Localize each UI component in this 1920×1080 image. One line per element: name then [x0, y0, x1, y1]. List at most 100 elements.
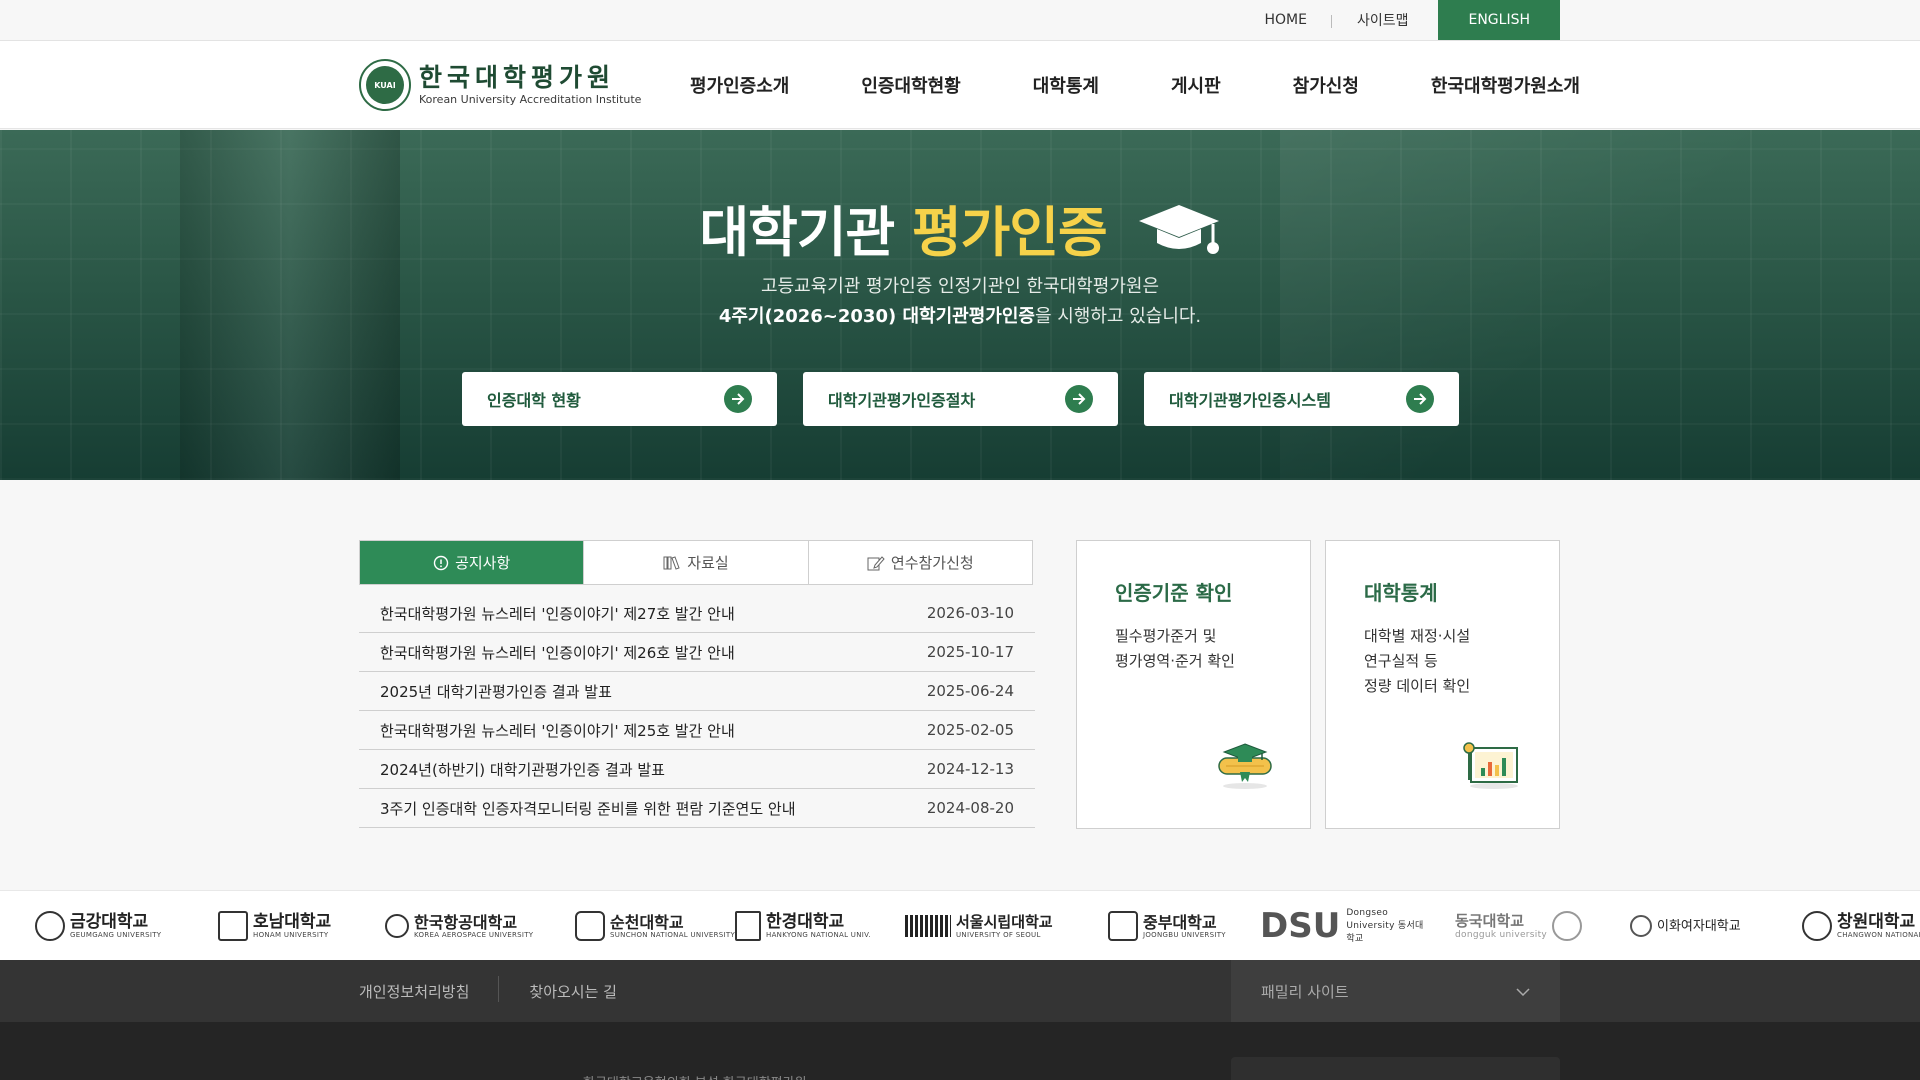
stats-card-title: 대학통계 [1364, 581, 1438, 605]
accreditation-procedure-button[interactable]: 대학기관평가인증절차 [803, 372, 1118, 426]
family-site-select[interactable]: 패밀리 사이트 [1231, 960, 1560, 1022]
tab-notice[interactable]: 공지사항 [360, 541, 585, 584]
university-logo-honam[interactable]: 호남대학교 HONAM UNIVERSITY [218, 891, 331, 960]
arrow-right-icon [724, 385, 752, 413]
university-logo-hankyong[interactable]: 한경대학교 HANKYONG NATIONAL UNIV. [735, 891, 871, 960]
university-logo-joongbu[interactable]: 중부대학교 JOONGBU UNIVERSITY [1108, 891, 1226, 960]
list-item-title: 2024년(하반기) 대학기관평가인증 결과 발표 [380, 760, 665, 779]
university-label: 동국대학교 dongguk university [1455, 911, 1548, 940]
list-item-date: 2025-10-17 [926, 643, 1014, 661]
university-label: 한국항공대학교 KOREA AEROSPACE UNIVERSITY [414, 914, 533, 939]
university-name: 순천대학교 [610, 912, 684, 932]
directions-link[interactable]: 찾아오시는 길 [529, 981, 647, 1002]
university-label: 창원대학교 CHANGWON NATIONAL UNIVERSITY [1837, 913, 1920, 939]
list-item[interactable]: 2024년(하반기) 대학기관평가인증 결과 발표 2024-12-13 [359, 750, 1035, 789]
list-item-title: 한국대학평가원 뉴스레터 '인증이야기' 제25호 발간 안내 [380, 721, 735, 740]
nav-item-about[interactable]: 한국대학평가원소개 [1431, 72, 1580, 98]
logo-seal-text: KUAI [366, 66, 404, 104]
university-label: 금강대학교 GEUMGANG UNIVERSITY [70, 911, 161, 939]
university-logo-dongguk[interactable]: 동국대학교 dongguk university [1455, 891, 1587, 960]
site-logo[interactable]: KUAI 한국대학평가원 Korean University Accredita… [359, 59, 641, 111]
stats-card[interactable]: 대학통계 대학별 재정·시설 연구실적 등 정량 데이터 확인 [1325, 540, 1560, 829]
university-emblem-icon [575, 911, 605, 941]
arrow-right-icon [1406, 385, 1434, 413]
university-logo-geumgang[interactable]: 금강대학교 GEUMGANG UNIVERSITY [35, 891, 161, 960]
university-emblem-icon [1108, 911, 1138, 941]
university-name: 한경대학교 [766, 911, 845, 932]
hero-title-highlight: 평가인증 [912, 201, 1108, 264]
university-sub: dongguk university [1455, 929, 1548, 940]
list-item[interactable]: 한국대학평가원 뉴스레터 '인증이야기' 제27호 발간 안내 2026-03-… [359, 594, 1035, 633]
university-label: 중부대학교 JOONGBU UNIVERSITY [1143, 914, 1226, 939]
footer-info: 한국대학교육협의회 부설 한국대학평가원 [0, 1022, 1920, 1080]
logo-korean: 한국대학평가원 [419, 63, 616, 92]
accreditation-system-label: 대학기관평가인증시스템 [1169, 391, 1331, 410]
university-logo-ewha[interactable]: 이화여자대학교 [1630, 891, 1741, 960]
list-item-title: 한국대학평가원 뉴스레터 '인증이야기' 제26호 발간 안내 [380, 643, 735, 662]
criteria-card[interactable]: 인증기준 확인 필수평가준거 및 평가영역·준거 확인 [1076, 540, 1311, 829]
university-emblem-icon [218, 911, 248, 941]
criteria-card-line: 평가영역·준거 확인 [1115, 652, 1235, 670]
stats-card-line: 대학별 재정·시설 [1364, 627, 1471, 645]
university-sub: CHANGWON NATIONAL UNIVERSITY [1837, 930, 1920, 939]
logo-text: 한국대학평가원 Korean University Accreditation … [419, 63, 642, 107]
hero-desc-bold: 4주기(2026~2030) 대학기관평가인증 [718, 306, 1035, 327]
criteria-card-text: 필수평가준거 및 평가영역·준거 확인 [1115, 624, 1272, 674]
university-emblem-icon [1802, 911, 1832, 941]
university-sub: HONAM UNIVERSITY [253, 930, 329, 939]
nav-item-university-stats[interactable]: 대학통계 [1033, 72, 1099, 98]
tab-training-apply[interactable]: 연수참가신청 [809, 541, 1032, 584]
hero-desc-tail: 을 시행하고 있습니다. [1034, 306, 1202, 327]
university-sub: JOONGBU UNIVERSITY [1143, 930, 1226, 939]
english-link[interactable]: ENGLISH [1438, 0, 1560, 40]
hero-banner: 대학기관 평가인증 고등교육기관 평가인증 인정기관인 한국대학평가원은 4주기… [0, 130, 1920, 480]
chevron-down-icon [1516, 982, 1530, 1000]
stats-card-line: 정량 데이터 확인 [1364, 677, 1471, 695]
university-sub: SUNCHON NATIONAL UNIVERSITY [610, 930, 736, 939]
list-item[interactable]: 2025년 대학기관평가인증 결과 발표 2025-06-24 [359, 672, 1035, 711]
books-icon [663, 555, 681, 571]
university-logo-dongseo[interactable]: DSU Dongseo University 동서대학교 [1260, 891, 1426, 960]
university-name: 서울시립대학교 [956, 912, 1053, 931]
nav-item-accreditation-intro[interactable]: 평가인증소개 [690, 72, 789, 98]
list-item-date: 2026-03-10 [926, 604, 1014, 622]
edit-note-icon [867, 555, 885, 571]
list-item-title: 3주기 인증대학 인증자격모니터링 준비를 위한 편람 기준연도 안내 [380, 799, 796, 818]
university-logo-sunchon[interactable]: 순천대학교 SUNCHON NATIONAL UNIVERSITY [575, 891, 735, 960]
list-item[interactable]: 한국대학평가원 뉴스레터 '인증이야기' 제25호 발간 안내 2025-02-… [359, 711, 1035, 750]
university-name: 동국대학교 [1455, 911, 1525, 930]
nav-item-board[interactable]: 게시판 [1171, 72, 1221, 98]
university-emblem-icon [385, 914, 409, 938]
privacy-policy-link[interactable]: 개인정보처리방침 [359, 975, 500, 1002]
site-header: KUAI 한국대학평가원 Korean University Accredita… [0, 41, 1920, 129]
home-link[interactable]: HOME [1239, 12, 1333, 28]
university-logo-changwon[interactable]: 창원대학교 CHANGWON NATIONAL UNIVERSITY [1802, 891, 1920, 960]
university-name: 한국항공대학교 [414, 912, 518, 932]
nav-item-accredited-universities[interactable]: 인증대학현황 [861, 72, 960, 98]
accredited-universities-label: 인증대학 현황 [487, 391, 581, 410]
hero-buttons: 인증대학 현황 대학기관평가인증절차 대학기관평가인증시스템 [462, 372, 1459, 426]
university-logo-korea-aerospace[interactable]: 한국항공대학교 KOREA AEROSPACE UNIVERSITY [385, 891, 533, 960]
sitemap-link[interactable]: 사이트맵 [1332, 10, 1434, 30]
arrow-right-icon [1065, 385, 1093, 413]
university-label: 서울시립대학교 UNIVERSITY OF SEOUL [956, 912, 1053, 939]
accreditation-system-button[interactable]: 대학기관평가인증시스템 [1144, 372, 1459, 426]
criteria-card-title: 인증기준 확인 [1115, 581, 1233, 605]
university-emblem-icon [1552, 911, 1583, 941]
accreditation-procedure-label: 대학기관평가인증절차 [828, 391, 976, 410]
university-label: 호남대학교 HONAM UNIVERSITY [253, 911, 332, 939]
university-sub: UNIVERSITY OF SEOUL [956, 930, 1041, 939]
university-name: 호남대학교 [253, 911, 332, 932]
accredited-universities-button[interactable]: 인증대학 현황 [462, 372, 777, 426]
list-item[interactable]: 한국대학평가원 뉴스레터 '인증이야기' 제26호 발간 안내 2025-10-… [359, 633, 1035, 672]
university-emblem-icon [35, 911, 65, 941]
university-name: 금강대학교 [70, 911, 149, 932]
university-logo-seoul[interactable]: 서울시립대학교 UNIVERSITY OF SEOUL [905, 891, 1053, 960]
nav-item-apply[interactable]: 참가신청 [1293, 72, 1359, 98]
university-emblem-icon [735, 911, 761, 941]
hero-desc-line2: 4주기(2026~2030) 대학기관평가인증을 시행하고 있습니다. [0, 302, 1920, 332]
list-item[interactable]: 3주기 인증대학 인증자격모니터링 준비를 위한 편람 기준연도 안내 2024… [359, 789, 1035, 828]
logo-english: Korean University Accreditation Institut… [419, 93, 642, 106]
tab-archive[interactable]: 자료실 [584, 541, 809, 584]
stats-card-line: 연구실적 등 [1364, 652, 1438, 670]
